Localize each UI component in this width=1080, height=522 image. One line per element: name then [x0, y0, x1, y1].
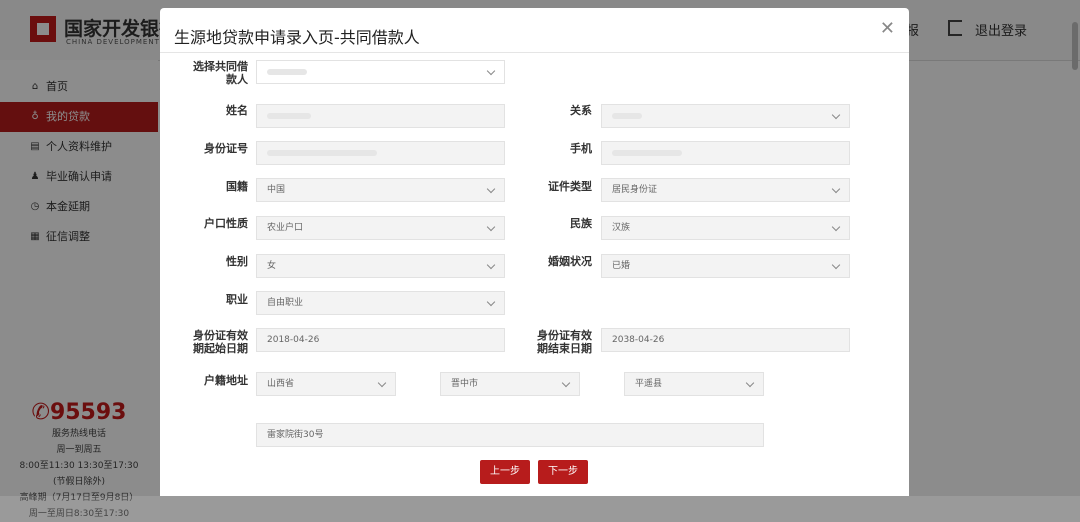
dialog-title: 生源地贷款申请录入页-共同借款人	[174, 28, 420, 47]
nationality-select[interactable]: 中国	[256, 178, 505, 202]
co-borrower-label: 选择共同借款人	[193, 60, 248, 86]
id-number-field[interactable]	[256, 141, 505, 165]
id-type-label: 证件类型	[548, 180, 592, 193]
name-field[interactable]	[256, 104, 505, 128]
id-number-label: 身份证号	[204, 142, 248, 155]
id-start-date-field[interactable]: 2018-04-26	[256, 328, 505, 352]
ethnicity-select[interactable]: 汉族	[601, 216, 850, 240]
relation-select[interactable]	[601, 104, 850, 128]
redacted-value	[267, 149, 377, 156]
city-select[interactable]: 晋中市	[440, 372, 580, 396]
county-select[interactable]: 平遥县	[624, 372, 764, 396]
id-start-date-label: 身份证有效期起始日期	[193, 329, 248, 355]
hukou-type-label: 户口性质	[204, 217, 248, 230]
occupation-label: 职业	[226, 293, 248, 306]
redacted-value	[612, 149, 682, 156]
co-borrower-dialog: 生源地贷款申请录入页-共同借款人 ✕ 选择共同借款人 姓名 关系 身份证号 手机…	[160, 8, 909, 496]
redacted-value	[267, 68, 307, 75]
id-type-select[interactable]: 居民身份证	[601, 178, 850, 202]
marital-status-label: 婚姻状况	[548, 255, 592, 268]
hukou-type-select[interactable]: 农业户口	[256, 216, 505, 240]
gender-label: 性别	[226, 255, 248, 268]
redacted-value	[267, 112, 311, 119]
gender-select[interactable]: 女	[256, 254, 505, 278]
id-end-date-label: 身份证有效期结束日期	[537, 329, 592, 355]
mobile-field[interactable]	[601, 141, 850, 165]
mobile-label: 手机	[570, 142, 592, 155]
id-end-date-field[interactable]: 2038-04-26	[601, 328, 850, 352]
occupation-select[interactable]: 自由职业	[256, 291, 505, 315]
nationality-label: 国籍	[226, 180, 248, 193]
address-label: 户籍地址	[204, 374, 248, 387]
co-borrower-select[interactable]	[256, 60, 505, 84]
relation-label: 关系	[570, 104, 592, 117]
title-divider	[160, 52, 909, 53]
prev-step-button[interactable]: 上一步	[480, 460, 530, 484]
next-step-button[interactable]: 下一步	[538, 460, 588, 484]
ethnicity-label: 民族	[570, 217, 592, 230]
name-label: 姓名	[226, 104, 248, 117]
province-select[interactable]: 山西省	[256, 372, 396, 396]
marital-status-select[interactable]: 已婚	[601, 254, 850, 278]
street-address-field[interactable]: 雷家院街30号	[256, 423, 764, 447]
redacted-value	[612, 112, 642, 119]
close-icon[interactable]: ✕	[880, 18, 895, 39]
hotline-line: 周一至周日8:30至17:30	[28, 509, 130, 519]
